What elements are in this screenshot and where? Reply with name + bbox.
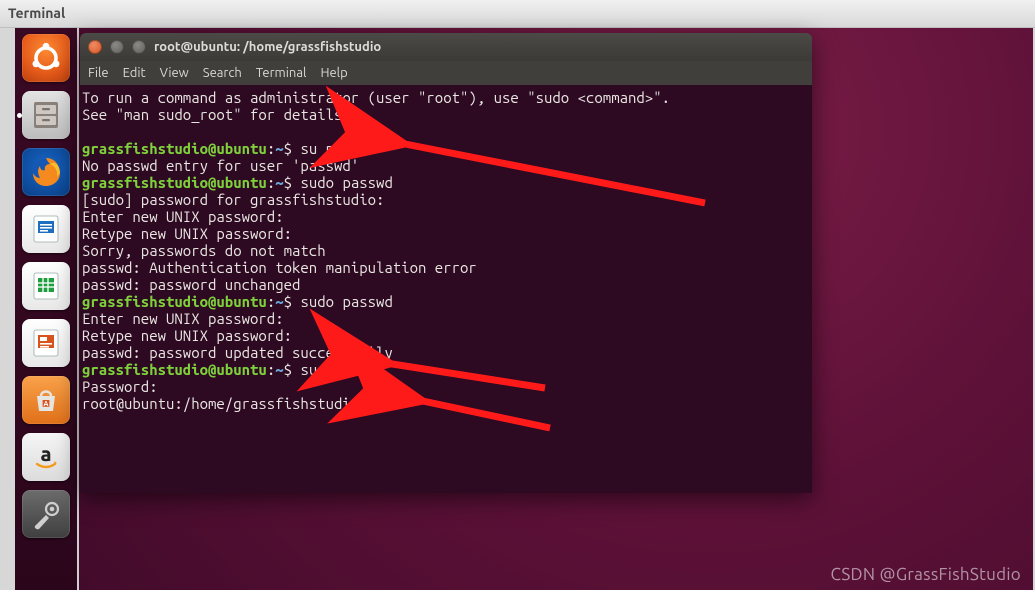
prompt-userhost: grassfishstudio@ubuntu — [82, 293, 267, 310]
term-line: passwd: password updated successfully — [82, 344, 393, 361]
root-prompt: root@ubuntu:/home/grassfishstudio# — [82, 395, 376, 412]
term-line: Password: — [82, 378, 166, 395]
terminal-window: root@ubuntu: /home/grassfishstudio File … — [80, 33, 812, 493]
launcher-software[interactable]: A — [22, 376, 70, 424]
svg-text:A: A — [44, 400, 49, 408]
launcher-settings[interactable] — [22, 490, 70, 538]
window-minimize-button[interactable] — [110, 40, 124, 54]
prompt-sep: : — [267, 140, 275, 157]
launcher-dash[interactable] — [22, 34, 70, 82]
launcher-files[interactable] — [22, 91, 70, 139]
prompt-userhost: grassfishstudio@ubuntu — [82, 174, 267, 191]
launcher-writer[interactable] — [22, 205, 70, 253]
menu-help[interactable]: Help — [320, 66, 347, 80]
left-gutter — [0, 28, 15, 590]
term-command: su root — [300, 361, 359, 378]
term-line: [sudo] password for grassfishstudio: — [82, 191, 393, 208]
term-line: See "man sudo_root" for details. — [82, 106, 351, 123]
impress-icon — [29, 326, 63, 360]
terminal-title: root@ubuntu: /home/grassfishstudio — [154, 40, 381, 54]
term-line: No passwd entry for user 'passwd' — [82, 157, 359, 174]
launcher-separator — [77, 28, 79, 590]
menu-file[interactable]: File — [88, 66, 109, 80]
terminal-titlebar[interactable]: root@ubuntu: /home/grassfishstudio — [80, 33, 812, 61]
window-maximize-button[interactable] — [132, 40, 146, 54]
term-command: su passwd — [300, 140, 376, 157]
launcher-amazon[interactable]: a — [22, 433, 70, 481]
term-line: Enter new UNIX password: — [82, 208, 292, 225]
term-line: Retype new UNIX password: — [82, 225, 300, 242]
running-pip-icon — [17, 113, 22, 118]
terminal-menubar: File Edit View Search Terminal Help — [80, 61, 812, 86]
file-cabinet-icon — [28, 97, 64, 133]
writer-icon — [29, 212, 63, 246]
prompt-sigil: $ — [284, 174, 301, 191]
watermark: CSDN @GrassFishStudio — [830, 565, 1021, 584]
svg-text:a: a — [40, 442, 51, 465]
term-line: passwd: Authentication token manipulatio… — [82, 259, 477, 276]
prompt-cwd: ~ — [275, 140, 283, 157]
prompt-sep: : — [267, 174, 275, 191]
term-command: sudo passwd — [300, 293, 392, 310]
outer-window-title: Terminal — [8, 5, 65, 21]
prompt-cwd: ~ — [275, 361, 283, 378]
firefox-icon — [26, 152, 66, 192]
shopping-bag-icon: A — [29, 383, 63, 417]
term-line: passwd: password unchanged — [82, 276, 300, 293]
term-line: Retype new UNIX password: — [82, 327, 300, 344]
prompt-sep: : — [267, 361, 275, 378]
term-command: sudo passwd — [300, 174, 392, 191]
launcher-firefox[interactable] — [22, 148, 70, 196]
prompt-userhost: grassfishstudio@ubuntu — [82, 361, 267, 378]
menu-search[interactable]: Search — [203, 66, 242, 80]
unity-launcher: A a — [15, 28, 77, 590]
ubuntu-logo-icon — [29, 41, 63, 75]
prompt-userhost: grassfishstudio@ubuntu — [82, 140, 267, 157]
prompt-sigil: $ — [284, 140, 301, 157]
cursor-icon — [376, 396, 385, 411]
term-line: To run a command as administrator (user … — [82, 89, 670, 106]
menu-edit[interactable]: Edit — [123, 66, 146, 80]
prompt-cwd: ~ — [275, 293, 283, 310]
launcher-calc[interactable] — [22, 262, 70, 310]
calc-icon — [29, 269, 63, 303]
term-line: Enter new UNIX password: — [82, 310, 292, 327]
menu-terminal[interactable]: Terminal — [256, 66, 307, 80]
launcher-impress[interactable] — [22, 319, 70, 367]
prompt-sep: : — [267, 293, 275, 310]
prompt-cwd: ~ — [275, 174, 283, 191]
terminal-body[interactable]: To run a command as administrator (user … — [80, 85, 812, 493]
term-line: Sorry, passwords do not match — [82, 242, 326, 259]
menu-view[interactable]: View — [160, 66, 189, 80]
prompt-sigil: $ — [284, 361, 301, 378]
window-close-button[interactable] — [88, 40, 102, 54]
amazon-icon: a — [29, 440, 63, 474]
prompt-sigil: $ — [284, 293, 301, 310]
wrench-gear-icon — [28, 496, 64, 532]
outer-window-titlebar: Terminal — [0, 0, 1035, 28]
